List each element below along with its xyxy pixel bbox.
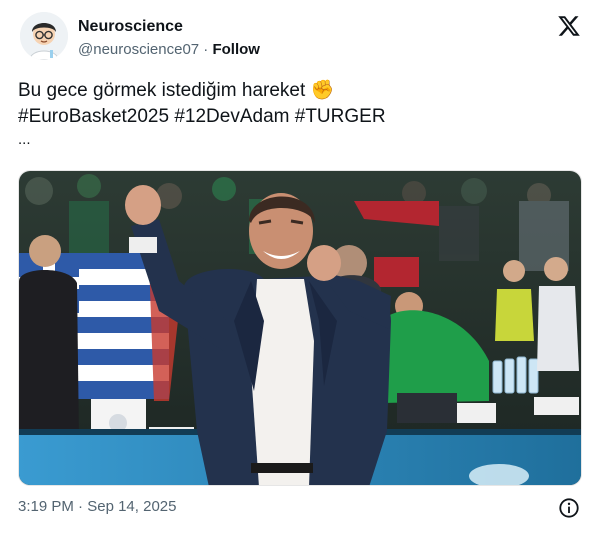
separator-dot: · <box>199 41 213 58</box>
fist-emoji-icon: ✊ <box>310 80 335 101</box>
hashtag-turger[interactable]: #TURGER <box>295 106 386 127</box>
user-name[interactable]: Neuroscience <box>78 18 183 36</box>
tweet-line-1: Bu gece görmek istediğim hareket ✊ <box>18 78 578 104</box>
tweet-hashtags: #EuroBasket2025 #12DevAdam #TURGER <box>18 104 578 130</box>
hashtag-12devadam[interactable]: #12DevAdam <box>174 106 289 127</box>
tweet-media-photo[interactable] <box>18 170 582 486</box>
tweet-card: Neuroscience @neuroscience07 · Follow Bu… <box>0 0 600 537</box>
tweet-time: 3:19 PM <box>18 498 74 515</box>
timestamp-separator: · <box>73 498 88 515</box>
follow-button[interactable]: Follow <box>212 41 260 58</box>
tweet-text: Bu gece görmek istediğim hareket ✊ #Euro… <box>18 78 578 150</box>
photo-of-coach-celebrating-with-raised-fists <box>19 171 581 485</box>
tweet-ellipsis: ... <box>18 131 31 148</box>
x-logo-icon[interactable] <box>557 14 581 38</box>
info-icon[interactable] <box>558 497 580 519</box>
user-handle[interactable]: @neuroscience07 <box>78 41 199 58</box>
tweet-timestamp[interactable]: 3:19 PM · Sep 14, 2025 <box>18 498 176 515</box>
tweet-date: Sep 14, 2025 <box>87 498 177 515</box>
avatar[interactable] <box>20 12 68 60</box>
tweet-message: Bu gece görmek istediğim hareket <box>18 80 311 101</box>
hashtag-eurobasket2025[interactable]: #EuroBasket2025 <box>18 106 169 127</box>
user-handle-row: @neuroscience07 · Follow <box>78 41 260 58</box>
